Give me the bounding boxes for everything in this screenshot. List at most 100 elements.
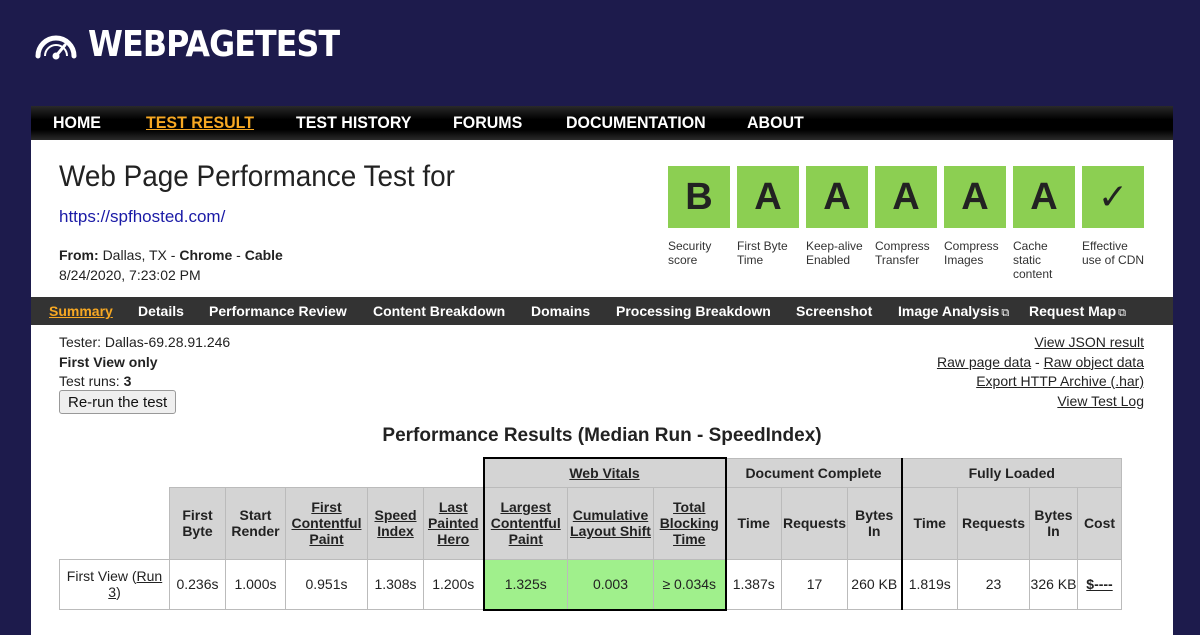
col-doc-time: Time	[725, 486, 782, 560]
grade-keep-alive[interactable]: A	[806, 166, 868, 228]
nav-about[interactable]: ABOUT	[747, 113, 804, 133]
export-links: View JSON result Raw page data - Raw obj…	[937, 333, 1144, 411]
grade-cache-static[interactable]: A	[1013, 166, 1075, 228]
tab-processing-breakdown[interactable]: Processing Breakdown	[616, 303, 771, 319]
cell-speed-index: 1.308s	[367, 558, 424, 610]
rerun-button[interactable]: Re-run the test	[59, 390, 177, 414]
external-link-icon: ⧉	[1001, 307, 1010, 319]
cell-last-painted-hero: 1.200s	[423, 558, 484, 610]
col-lcp[interactable]: Largest Contentful Paint	[482, 486, 568, 560]
cell-cost[interactable]: $----	[1077, 558, 1122, 610]
tab-image-analysis[interactable]: Image Analysis ⧉	[898, 303, 1009, 320]
cell-full-bytes: 326 KB	[1029, 558, 1078, 610]
cell-doc-requests: 17	[781, 558, 848, 610]
cell-tbt: ≥ 0.034s	[653, 558, 727, 611]
grade-label-cache-static: Cache static content	[1013, 239, 1053, 281]
view-json-link[interactable]: View JSON result	[1035, 334, 1144, 350]
nav-test-history[interactable]: TEST HISTORY	[296, 113, 411, 133]
page-title: Web Page Performance Test for	[59, 160, 455, 193]
from-label: From:	[59, 247, 99, 263]
raw-page-data-link[interactable]: Raw page data	[937, 354, 1031, 370]
logo[interactable]: WEBPAGETEST	[32, 22, 373, 66]
col-cls[interactable]: Cumulative Layout Shift	[567, 486, 654, 560]
col-doc-requests: Requests	[781, 486, 848, 560]
grade-compress-images[interactable]: A	[944, 166, 1006, 228]
view-test-log-link[interactable]: View Test Log	[1057, 393, 1144, 409]
logo-text: WEBPAGETEST	[88, 23, 340, 65]
row-label: First View (Run 3)	[59, 558, 170, 610]
grade-cdn[interactable]: ✓	[1082, 166, 1144, 228]
row-header-spacer	[59, 487, 170, 559]
tab-request-map[interactable]: Request Map ⧉	[1029, 303, 1126, 320]
col-full-time: Time	[901, 486, 958, 560]
grade-label-first-byte: First Byte Time	[737, 239, 788, 267]
cell-fcp: 0.951s	[285, 558, 368, 610]
group-document-complete: Document Complete	[725, 457, 903, 488]
test-date: 8/24/2020, 7:23:02 PM	[59, 267, 201, 283]
results-table: Web Vitals Document Complete Fully Loade…	[59, 457, 1122, 611]
link-separator: -	[1035, 353, 1040, 370]
table-row: First View (Run 3) 0.236s 1.000s 0.951s …	[59, 558, 1122, 611]
tab-details[interactable]: Details	[138, 303, 184, 319]
cost-link[interactable]: $----	[1086, 576, 1112, 592]
grade-compress-transfer[interactable]: A	[875, 166, 937, 228]
runs-label: Test runs:	[59, 373, 120, 389]
grade-label-compress-transfer: Compress Transfer	[875, 239, 930, 267]
connection: Cable	[244, 247, 283, 263]
nav-forums[interactable]: FORUMS	[453, 113, 522, 133]
cell-full-time: 1.819s	[901, 558, 958, 610]
cell-doc-time: 1.387s	[725, 558, 782, 610]
tester-name: Tester: Dallas-69.28.91.246	[59, 334, 231, 350]
col-fcp[interactable]: First Contentful Paint	[285, 486, 368, 560]
tab-content-breakdown[interactable]: Content Breakdown	[373, 303, 505, 319]
result-tabs: Summary Details Performance Review Conte…	[31, 297, 1173, 325]
grade-label-compress-images: Compress Images	[944, 239, 999, 267]
tab-domains[interactable]: Domains	[531, 303, 590, 319]
location: Dallas, TX	[102, 247, 167, 263]
tab-performance-review[interactable]: Performance Review	[209, 303, 347, 319]
col-doc-bytes: Bytes In	[847, 486, 903, 560]
tab-screenshot[interactable]: Screenshot	[796, 303, 872, 319]
tab-summary[interactable]: Summary	[49, 303, 113, 319]
header-spacer	[59, 458, 484, 487]
col-start-render: Start Render	[225, 486, 286, 560]
col-speed-index[interactable]: Speed Index	[367, 486, 424, 560]
grade-label-cdn: Effective use of CDN	[1082, 239, 1145, 267]
test-info: Tester: Dallas-69.28.91.246 First View o…	[59, 333, 230, 392]
col-last-painted-hero[interactable]: Last Painted Hero	[423, 486, 484, 560]
view-mode: First View only	[59, 353, 158, 370]
results-panel: Web Page Performance Test for https://sp…	[31, 140, 1173, 635]
tab-request-map-label: Request Map	[1029, 303, 1117, 319]
col-first-byte: First Byte	[169, 486, 226, 560]
export-har-link[interactable]: Export HTTP Archive (.har)	[976, 373, 1144, 389]
col-full-requests: Requests	[957, 486, 1030, 560]
tested-url[interactable]: https://spfhosted.com/	[59, 207, 225, 227]
results-title: Performance Results (Median Run - SpeedI…	[382, 425, 822, 446]
browser: Chrome	[179, 247, 233, 263]
cell-doc-bytes: 260 KB	[847, 558, 903, 610]
cell-start-render: 1.000s	[225, 558, 286, 610]
raw-object-data-link[interactable]: Raw object data	[1044, 354, 1144, 370]
speedometer-icon	[35, 35, 77, 60]
nav-home[interactable]: HOME	[53, 113, 101, 133]
external-link-icon: ⧉	[1118, 307, 1126, 319]
runs-count: 3	[123, 373, 132, 389]
top-navigation: HOME TEST RESULT TEST HISTORY FORUMS DOC…	[31, 106, 1173, 140]
cell-lcp: 1.325s	[482, 558, 568, 611]
group-web-vitals[interactable]: Web Vitals	[482, 457, 727, 488]
cell-full-requests: 23	[957, 558, 1030, 610]
test-location: From: Dallas, TX - Chrome - Cable	[59, 247, 283, 263]
nav-documentation[interactable]: DOCUMENTATION	[566, 113, 706, 133]
grade-label-security: Security score	[668, 239, 712, 267]
tab-image-analysis-label: Image Analysis	[898, 303, 1000, 319]
cell-first-byte: 0.236s	[169, 558, 226, 610]
cell-cls: 0.003	[567, 558, 654, 611]
grade-first-byte[interactable]: A	[737, 166, 799, 228]
col-cost: Cost	[1077, 486, 1122, 560]
grade-label-keep-alive: Keep-alive Enabled	[806, 239, 863, 267]
col-tbt[interactable]: Total Blocking Time	[653, 486, 727, 560]
col-full-bytes: Bytes In	[1029, 486, 1078, 560]
group-fully-loaded: Fully Loaded	[901, 457, 1122, 488]
nav-test-result[interactable]: TEST RESULT	[146, 113, 254, 133]
grade-security[interactable]: B	[668, 166, 730, 228]
